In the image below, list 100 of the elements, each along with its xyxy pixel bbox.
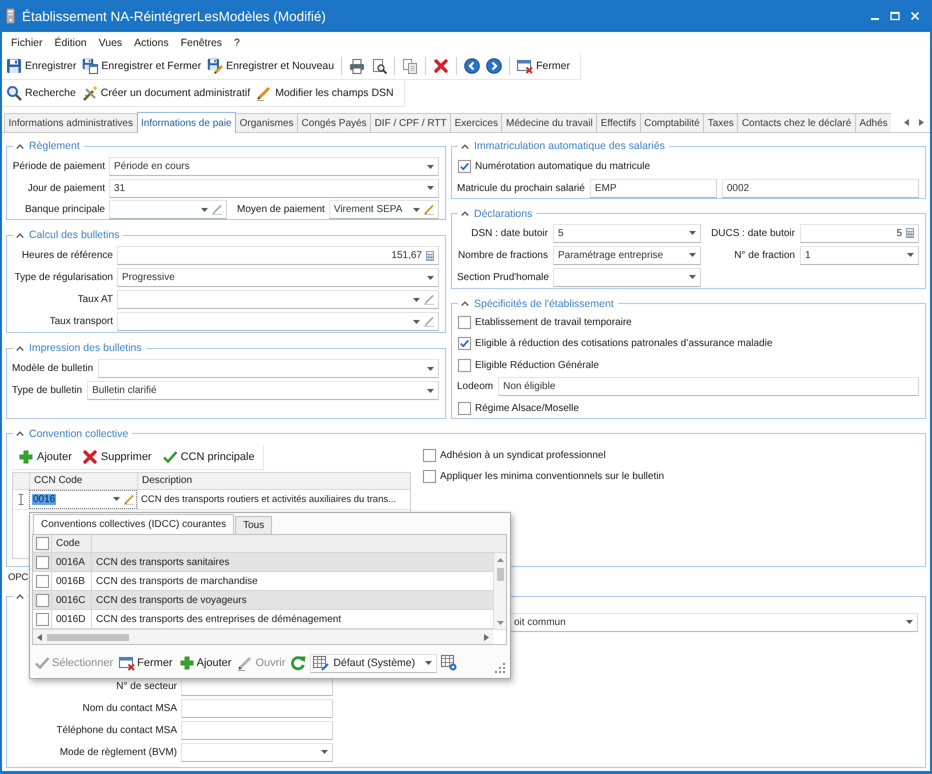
dropdown-arrow-icon[interactable] — [689, 275, 696, 279]
caret-up-icon[interactable] — [16, 144, 24, 148]
grid-row[interactable]: 0016C CCN des transports de voyageurs — [33, 591, 493, 610]
dropdown-arrow-icon[interactable] — [321, 750, 328, 754]
dropdown-arrow-icon[interactable] — [425, 661, 432, 665]
column-header[interactable]: CCN Code — [29, 472, 137, 488]
main-ccn-button[interactable]: CCN principale — [160, 448, 257, 464]
number-field[interactable]: 151,67 — [117, 246, 439, 265]
search-button[interactable]: Recherche — [4, 82, 78, 104]
checkbox[interactable] — [458, 358, 471, 372]
create-document-button[interactable]: Créer un document administratif — [80, 82, 252, 104]
resize-grip-icon[interactable] — [495, 663, 505, 673]
dropdown-arrow-icon[interactable] — [427, 164, 434, 168]
tab[interactable]: Organismes — [235, 113, 298, 132]
tab[interactable]: Congés Payés — [297, 113, 372, 132]
tab[interactable]: Informations administratives — [4, 113, 138, 132]
checkbox[interactable] — [36, 537, 48, 550]
add-button[interactable]: Ajouter — [178, 652, 232, 674]
dropdown-arrow-icon[interactable] — [413, 208, 420, 212]
save-button[interactable]: Enregistrer — [4, 55, 78, 77]
grid-row[interactable]: 0016B CCN des transports de marchandise — [33, 572, 493, 591]
column-header[interactable]: Code — [51, 535, 91, 552]
tab[interactable]: Comptabilité — [640, 113, 704, 132]
arrow-left-circle-icon[interactable] — [464, 58, 480, 74]
dropdown-field[interactable]: Virement SEPA — [328, 200, 439, 219]
grid-row[interactable]: 0016D CCN des transports des entreprises de déménagement — [33, 610, 493, 629]
tab[interactable]: Tous — [235, 516, 272, 534]
text-field[interactable] — [181, 698, 333, 718]
checkbox[interactable] — [423, 448, 436, 462]
refresh-icon[interactable] — [290, 655, 306, 671]
menu-item[interactable]: Actions — [128, 35, 175, 51]
dropdown-arrow-icon[interactable] — [427, 276, 434, 280]
dropdown-field[interactable]: Bulletin clarifié — [87, 381, 439, 400]
dropdown-arrow-icon[interactable] — [201, 208, 208, 212]
tab[interactable]: Médecine du travail — [501, 113, 598, 132]
dropdown-arrow-icon[interactable] — [906, 620, 913, 624]
vertical-scrollbar[interactable] — [493, 553, 506, 629]
dropdown-arrow-icon[interactable] — [413, 320, 420, 324]
caret-up-icon[interactable] — [461, 301, 469, 306]
close-button[interactable]: Fermer — [118, 652, 174, 674]
dropdown-field[interactable] — [117, 290, 439, 309]
checkbox[interactable] — [36, 612, 48, 626]
printer-icon[interactable] — [349, 58, 366, 74]
dropdown-arrow-icon[interactable] — [907, 253, 914, 257]
menu-item[interactable]: Édition — [48, 35, 93, 51]
maximize-icon[interactable] — [890, 11, 900, 21]
text-field[interactable]: EMP — [590, 178, 717, 198]
text-field[interactable]: Non éligible — [498, 377, 919, 396]
text-field[interactable] — [181, 720, 333, 740]
column-header[interactable]: Description — [137, 472, 410, 488]
checkbox[interactable] — [423, 470, 436, 483]
tab[interactable]: Adhés — [854, 113, 892, 132]
checkbox[interactable] — [458, 316, 471, 328]
checkbox[interactable] — [458, 402, 471, 414]
grid-row[interactable]: 0016A CCN des transports sanitaires — [33, 553, 493, 572]
dropdown-arrow-icon[interactable] — [113, 497, 120, 501]
edit-dsn-button[interactable]: Modifier les champs DSN — [254, 82, 396, 104]
caret-up-icon[interactable] — [16, 346, 24, 350]
dropdown-field[interactable] — [117, 312, 439, 331]
scroll-left-icon[interactable] — [904, 119, 909, 126]
menu-item[interactable]: Vues — [92, 35, 128, 51]
scroll-up-icon[interactable] — [496, 558, 504, 562]
caret-up-icon[interactable] — [461, 211, 469, 216]
delete-button[interactable]: Supprimer — [80, 448, 154, 464]
cell-editor[interactable]: 0016 — [29, 490, 137, 508]
grid-settings-icon[interactable] — [441, 655, 458, 671]
dropdown-arrow-icon[interactable] — [427, 366, 434, 370]
caret-up-icon[interactable] — [461, 144, 469, 148]
dropdown-field[interactable]: Progressive — [117, 268, 439, 287]
dropdown-field[interactable]: oit commun — [510, 612, 918, 632]
dropdown-field[interactable] — [109, 200, 227, 219]
calculator-icon[interactable] — [426, 250, 434, 260]
dropdown-arrow-icon[interactable] — [689, 253, 696, 257]
caret-up-icon[interactable] — [16, 431, 24, 436]
add-button[interactable]: Ajouter — [16, 448, 74, 464]
scroll-right-icon[interactable] — [919, 119, 924, 126]
dropdown-field[interactable] — [98, 359, 439, 378]
page-magnifier-icon[interactable] — [371, 58, 388, 74]
tab[interactable]: Taxes — [703, 113, 738, 132]
menu-item[interactable]: Fichier — [5, 35, 49, 51]
copy-icon[interactable] — [402, 58, 418, 74]
checkbox[interactable] — [458, 160, 471, 173]
checkbox[interactable] — [458, 337, 471, 350]
menu-item[interactable]: ? — [228, 35, 246, 51]
tab[interactable]: Exercices — [450, 113, 502, 132]
tab[interactable]: DIF / CPF / RTT — [370, 113, 452, 132]
close-icon[interactable] — [910, 11, 920, 21]
dropdown-arrow-icon[interactable] — [689, 231, 696, 235]
number-field[interactable]: 5 — [800, 224, 919, 242]
dropdown-field[interactable]: Paramétrage entreprise — [553, 246, 701, 264]
scrollbar-thumb[interactable] — [496, 568, 504, 581]
horizontal-scrollbar[interactable] — [33, 630, 493, 644]
dropdown-field[interactable]: 5 — [553, 224, 701, 242]
scroll-right-icon[interactable] — [484, 634, 489, 640]
dropdown-arrow-icon[interactable] — [413, 298, 420, 302]
dropdown-arrow-icon[interactable] — [427, 388, 434, 392]
checkbox[interactable] — [36, 574, 48, 588]
dropdown-field[interactable]: 31 — [109, 178, 439, 198]
caret-up-icon[interactable] — [16, 594, 24, 598]
checkbox[interactable] — [36, 594, 48, 606]
